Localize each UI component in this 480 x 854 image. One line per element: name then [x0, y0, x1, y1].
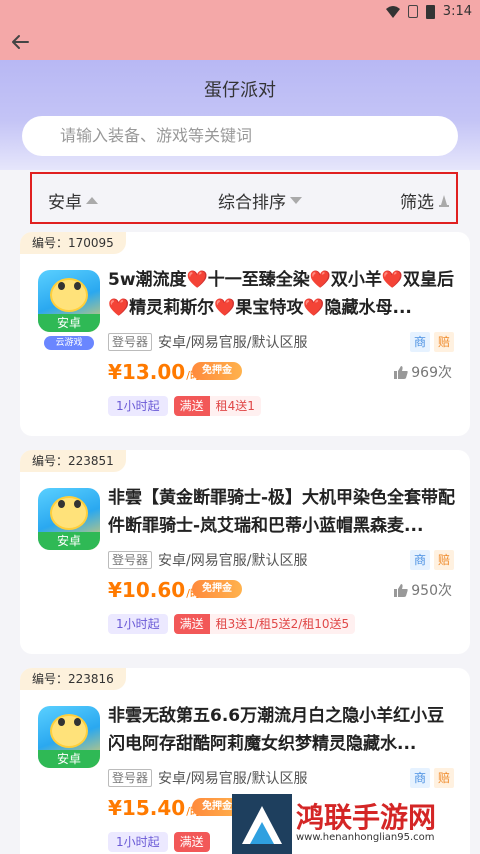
filter-platform[interactable]: 安卓 — [48, 188, 98, 213]
rent-count: 950次 — [394, 580, 452, 600]
listing-title: 非雲【黄金断罪骑士-极】大机甲染色全套带配件断罪骑士-岚艾瑞和巴蒂小蓝帽黑森麦.… — [108, 488, 456, 536]
min-rent-tag: 1小时起 — [108, 832, 168, 852]
price: ¥13.00 /时 — [108, 360, 201, 384]
no-deposit-badge: 免押金 — [192, 362, 242, 380]
login-tool-badge: 登号器 — [108, 333, 153, 351]
price-value: ¥13.00 — [108, 360, 186, 384]
promo-label: 满送 — [173, 614, 210, 634]
compensation-tag: 赔 — [434, 768, 454, 788]
status-bar: 3:14 — [0, 0, 480, 24]
promo-tag: 满送 租3送1/租5送2/租10送5 — [173, 614, 356, 634]
promo-detail: 租3送1/租5送2/租10送5 — [209, 614, 356, 634]
listing-id: 编号：170095 — [20, 232, 126, 254]
rent-count: 969次 — [394, 362, 452, 382]
login-tool-badge: 登号器 — [108, 551, 153, 569]
price: ¥15.40 /时 — [108, 796, 201, 820]
listing-card[interactable]: 编号：223851 安卓 非雲【黄金断罪骑士-极】大机甲染色全套带配件断罪骑士-… — [20, 450, 470, 654]
wifi-icon — [385, 5, 400, 18]
listing-meta: 登号器 安卓/网易官服/默认区服 — [108, 550, 307, 570]
sim-icon — [407, 5, 418, 18]
triangle-up-icon — [86, 197, 98, 204]
listing-title: 非雲无敌第五6.6万潮流月白之隐小羊红小豆闪电阿存甜酷阿莉魔女织梦精灵隐藏水..… — [108, 706, 445, 754]
game-icon: 安卓 — [38, 488, 100, 550]
server-info: 安卓/网易官服/默认区服 — [158, 553, 308, 569]
promo-detail: 租4送1 — [209, 396, 261, 416]
listing-title: 5w潮流度❤️十一至臻全染❤️双小羊❤️双皇后❤️精灵莉斯尔❤️果宝特攻❤️隐藏… — [108, 270, 455, 318]
guarantee-tags: 商 赔 — [410, 550, 454, 570]
price-value: ¥10.60 — [108, 578, 186, 602]
merchant-tag: 商 — [410, 550, 430, 570]
price: ¥10.60 /时 — [108, 578, 201, 602]
filter-screen[interactable]: 筛选 — [400, 188, 450, 213]
watermark-url: www.henanhonglian95.com — [296, 832, 435, 843]
guarantee-tags: 商 赔 — [410, 768, 454, 788]
cloud-game-badge: 云游戏 — [44, 336, 94, 350]
merchant-tag: 商 — [410, 768, 430, 788]
filter-bar: 安卓 综合排序 筛选 — [0, 170, 480, 228]
guarantee-tags: 商 赔 — [410, 332, 454, 352]
promo-label: 满送 — [173, 396, 210, 416]
promo-tag: 满送 租4送1 — [173, 396, 261, 416]
min-rent-tag: 1小时起 — [108, 614, 168, 634]
app-bar — [0, 24, 480, 60]
platform-badge: 安卓 — [38, 532, 100, 550]
platform-badge: 安卓 — [38, 750, 100, 768]
merchant-tag: 商 — [410, 332, 430, 352]
login-tool-badge: 登号器 — [108, 769, 153, 787]
compensation-tag: 赔 — [434, 332, 454, 352]
page-title: 蛋仔派对 — [204, 80, 276, 101]
thumbs-up-icon — [394, 365, 408, 379]
platform-badge: 安卓 — [38, 314, 100, 332]
listing-meta: 登号器 安卓/网易官服/默认区服 — [108, 768, 307, 788]
filter-sort[interactable]: 综合排序 — [218, 188, 302, 213]
listing-id: 编号：223851 — [20, 450, 126, 472]
funnel-icon — [439, 194, 449, 207]
listing-meta: 登号器 安卓/网易官服/默认区服 — [108, 332, 307, 352]
watermark-logo — [232, 794, 292, 854]
triangle-down-icon — [290, 197, 302, 204]
search-input[interactable]: 请输入装备、游戏等关键词 — [22, 116, 458, 156]
price-value: ¥15.40 — [108, 796, 186, 820]
thumbs-up-icon — [394, 583, 408, 597]
game-icon: 安卓 — [38, 706, 100, 768]
compensation-tag: 赔 — [434, 550, 454, 570]
status-time: 3:14 — [442, 4, 472, 19]
rent-terms: 1小时起 满送 租4送1 — [108, 396, 261, 416]
battery-icon — [425, 4, 435, 19]
server-info: 安卓/网易官服/默认区服 — [158, 771, 308, 787]
rent-count-value: 950次 — [411, 583, 452, 599]
filter-platform-label: 安卓 — [48, 193, 82, 213]
page-header: 蛋仔派对 请输入装备、游戏等关键词 — [0, 60, 480, 170]
back-arrow-icon[interactable] — [8, 30, 32, 54]
game-icon: 安卓 — [38, 270, 100, 332]
rent-terms: 1小时起 满送 — [108, 832, 210, 852]
listing-card[interactable]: 编号：170095 安卓 云游戏 5w潮流度❤️十一至臻全染❤️双小羊❤️双皇后… — [20, 232, 470, 436]
no-deposit-badge: 免押金 — [192, 580, 242, 598]
watermark-name: 鸿联手游网 — [296, 801, 437, 834]
server-info: 安卓/网易官服/默认区服 — [158, 335, 308, 351]
rent-terms: 1小时起 满送 租3送1/租5送2/租10送5 — [108, 614, 356, 634]
promo-tag: 满送 — [173, 832, 210, 852]
min-rent-tag: 1小时起 — [108, 396, 168, 416]
filter-sort-label: 综合排序 — [218, 193, 286, 213]
listing-id: 编号：223816 — [20, 668, 126, 690]
promo-label: 满送 — [173, 832, 210, 852]
site-watermark: 鸿联手游网 www.henanhonglian95.com — [232, 794, 480, 854]
rent-count-value: 969次 — [411, 365, 452, 381]
filter-highlight-box: 安卓 综合排序 筛选 — [30, 172, 458, 224]
filter-screen-label: 筛选 — [400, 193, 434, 213]
